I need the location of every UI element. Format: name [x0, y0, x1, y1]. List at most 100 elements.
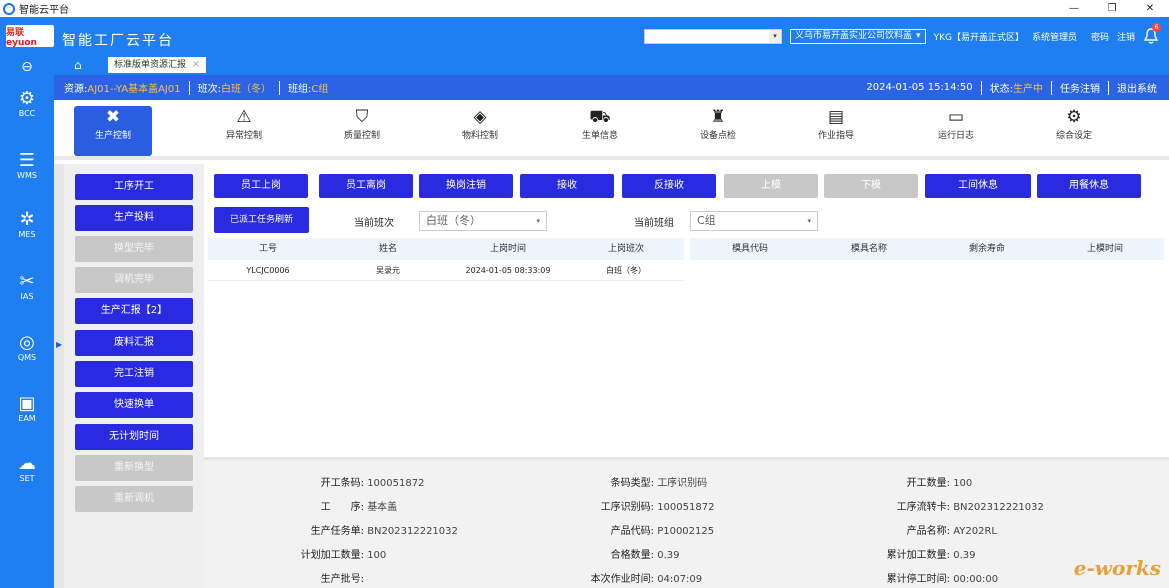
- close-icon[interactable]: ✕: [192, 57, 200, 73]
- nav-label: SET: [19, 474, 35, 483]
- password-link[interactable]: 密码: [1091, 30, 1109, 43]
- btn-break[interactable]: 工间休息: [925, 174, 1031, 198]
- field-key: 产品代码:: [610, 526, 654, 537]
- field-value: AY202RL: [953, 526, 997, 537]
- shield-check-icon: ⛉: [355, 107, 369, 127]
- nav-bcc[interactable]: ⚙ BCC: [0, 88, 54, 119]
- field-value: 100: [953, 478, 973, 489]
- btn-unplanned-time[interactable]: 无计划时间: [75, 424, 193, 450]
- field-value: 00:00:00: [953, 574, 999, 585]
- btn-receive[interactable]: 接收: [520, 174, 614, 198]
- field-key: 本次作业时间:: [590, 574, 654, 585]
- module-label: 生单信息: [581, 131, 618, 141]
- btn-tuning-done[interactable]: 调机完毕: [75, 267, 193, 293]
- nav-label: MES: [18, 230, 36, 239]
- chevron-down-icon: ▾: [807, 217, 811, 225]
- env-label: YKG【易开盖正式区】: [933, 32, 1024, 43]
- btn-finish-cancel[interactable]: 完工注销: [75, 361, 193, 387]
- btn-meal-break[interactable]: 用餐休息: [1037, 174, 1141, 198]
- logout-link[interactable]: 注销: [1117, 30, 1135, 43]
- nav-qms[interactable]: ◎ QMS: [0, 333, 54, 363]
- btn-feed-material[interactable]: 生产投料: [75, 205, 193, 231]
- field-batch: 生产批号:: [274, 570, 364, 585]
- exit-link[interactable]: 退出系统: [1117, 80, 1157, 95]
- btn-shift-cancel[interactable]: 换岗注销: [419, 174, 513, 198]
- collapse-strip[interactable]: [54, 164, 64, 588]
- btn-unmount-mold[interactable]: 下模: [824, 174, 918, 198]
- gear-cluster-icon: ⚙: [18, 88, 36, 109]
- nav-mes[interactable]: ✲ MES: [0, 209, 54, 240]
- btn-rechangeover[interactable]: 重新换型: [75, 455, 193, 481]
- minimize-button[interactable]: —: [1055, 0, 1093, 17]
- header-right: ▾ 义乌市易开盖实业公司饮料盖 ▾ YKG【易开盖正式区】 系统管理员 密码 注销…: [644, 23, 1161, 45]
- field-key: 产品名称:: [906, 526, 950, 537]
- task-logout-link[interactable]: 任务注销: [1060, 80, 1100, 95]
- blank-select[interactable]: ▾: [644, 28, 783, 44]
- bell-icon[interactable]: 6: [1143, 23, 1161, 45]
- cog-icon: ✲: [19, 209, 35, 230]
- shift-value: 白班（冬）: [220, 84, 271, 95]
- btn-unreceive[interactable]: 反接收: [622, 174, 716, 198]
- nav-back[interactable]: ⊖: [0, 57, 54, 77]
- module-production-control[interactable]: ✖ 生产控制: [74, 106, 152, 156]
- module-label: 物料控制: [461, 131, 498, 141]
- field-key: 生产批号:: [320, 574, 364, 585]
- module-label: 质量控制: [343, 131, 380, 141]
- module-toolbar: ✖ 生产控制 ⚠ 异常控制 ⛉ 质量控制 ◈ 物料控制 ⛟ 生单信息 ♜ 设备点检 ▤ 作业指…: [54, 100, 1169, 160]
- btn-mount-mold[interactable]: 上模: [724, 174, 818, 198]
- module-exception-control[interactable]: ⚠ 异常控制: [204, 106, 284, 141]
- col-header: 剩余寿命: [968, 244, 1005, 254]
- current-team-select[interactable]: C组 ▾: [690, 211, 818, 231]
- close-button[interactable]: ✕: [1131, 0, 1169, 17]
- nav-set[interactable]: ☁ SET: [0, 454, 54, 484]
- expand-arrow-icon[interactable]: ▶: [56, 340, 62, 349]
- clipboard-icon: ▤: [827, 107, 845, 127]
- module-work-guide[interactable]: ▤ 作业指导: [796, 106, 876, 141]
- field-process: 工 序: 基本盖: [274, 498, 398, 513]
- module-run-log[interactable]: ▭ 运行日志: [916, 106, 996, 141]
- chevron-down-icon: ▾: [916, 30, 921, 41]
- module-label: 作业指导: [817, 131, 854, 141]
- col-header: 上模时间: [1086, 244, 1123, 254]
- btn-refresh-tasks[interactable]: 已派工任务刷新: [214, 207, 309, 233]
- bell-badge: 6: [1152, 23, 1161, 32]
- field-key: 累计停工时间:: [886, 574, 950, 585]
- table-row[interactable]: YLCJC0006 吴录元 2024-01-05 08:33:09 白班（冬）: [208, 260, 684, 281]
- module-equipment-check[interactable]: ♜ 设备点检: [678, 106, 758, 141]
- module-settings[interactable]: ⚙ 综合设定: [1034, 106, 1114, 141]
- btn-production-report[interactable]: 生产汇报【2】: [75, 298, 193, 324]
- field-key: 开工数量:: [906, 478, 950, 489]
- select-value: C组: [697, 214, 716, 227]
- datetime: 2024-01-05 15:14:50: [866, 82, 973, 93]
- field-ok-qty: 合格数量: 0.39: [564, 546, 680, 561]
- cell: 2024-01-05 08:33:09: [465, 266, 551, 275]
- field-flow-card: 工序流转卡: BN202312221032: [854, 498, 1044, 513]
- field-plan-qty: 计划加工数量: 100: [274, 546, 387, 561]
- nav-ias[interactable]: ✂ IAS: [0, 271, 54, 302]
- nav-wms[interactable]: ☰ WMS: [0, 151, 54, 181]
- module-quality-control[interactable]: ⛉ 质量控制: [322, 106, 402, 141]
- btn-changeover-done[interactable]: 换型完毕: [75, 236, 193, 262]
- btn-employee-off[interactable]: 员工离岗: [319, 174, 413, 198]
- field-key: 合格数量:: [610, 550, 654, 561]
- divider: [980, 80, 982, 95]
- btn-retune[interactable]: 重新调机: [75, 486, 193, 512]
- nav-eam[interactable]: ▣ EAM: [0, 394, 54, 424]
- select-value: 白班（冬）: [426, 214, 481, 227]
- company-select[interactable]: 义乌市易开盖实业公司饮料盖 ▾: [790, 28, 926, 44]
- restore-button[interactable]: ❐: [1093, 0, 1131, 17]
- home-icon[interactable]: ⌂: [74, 58, 82, 72]
- tab-report[interactable]: 标准版单资源汇报 ✕: [108, 57, 206, 73]
- btn-start-process[interactable]: 工序开工: [75, 174, 193, 200]
- btn-employee-on[interactable]: 员工上岗: [214, 174, 308, 198]
- nav-label: IAS: [20, 292, 34, 301]
- btn-scrap-report[interactable]: 废料汇报: [75, 330, 193, 356]
- btn-quick-change[interactable]: 快速换单: [75, 392, 193, 418]
- col-header: 上岗时间: [489, 244, 526, 254]
- tools-icon: ✂: [19, 271, 35, 292]
- module-material-control[interactable]: ◈ 物料控制: [440, 106, 520, 141]
- eworks-watermark: e-works: [1073, 556, 1161, 580]
- field-start-qty: 开工数量: 100: [854, 474, 973, 489]
- current-shift-select[interactable]: 白班（冬） ▾: [419, 211, 547, 231]
- module-order-info[interactable]: ⛟ 生单信息: [560, 106, 640, 141]
